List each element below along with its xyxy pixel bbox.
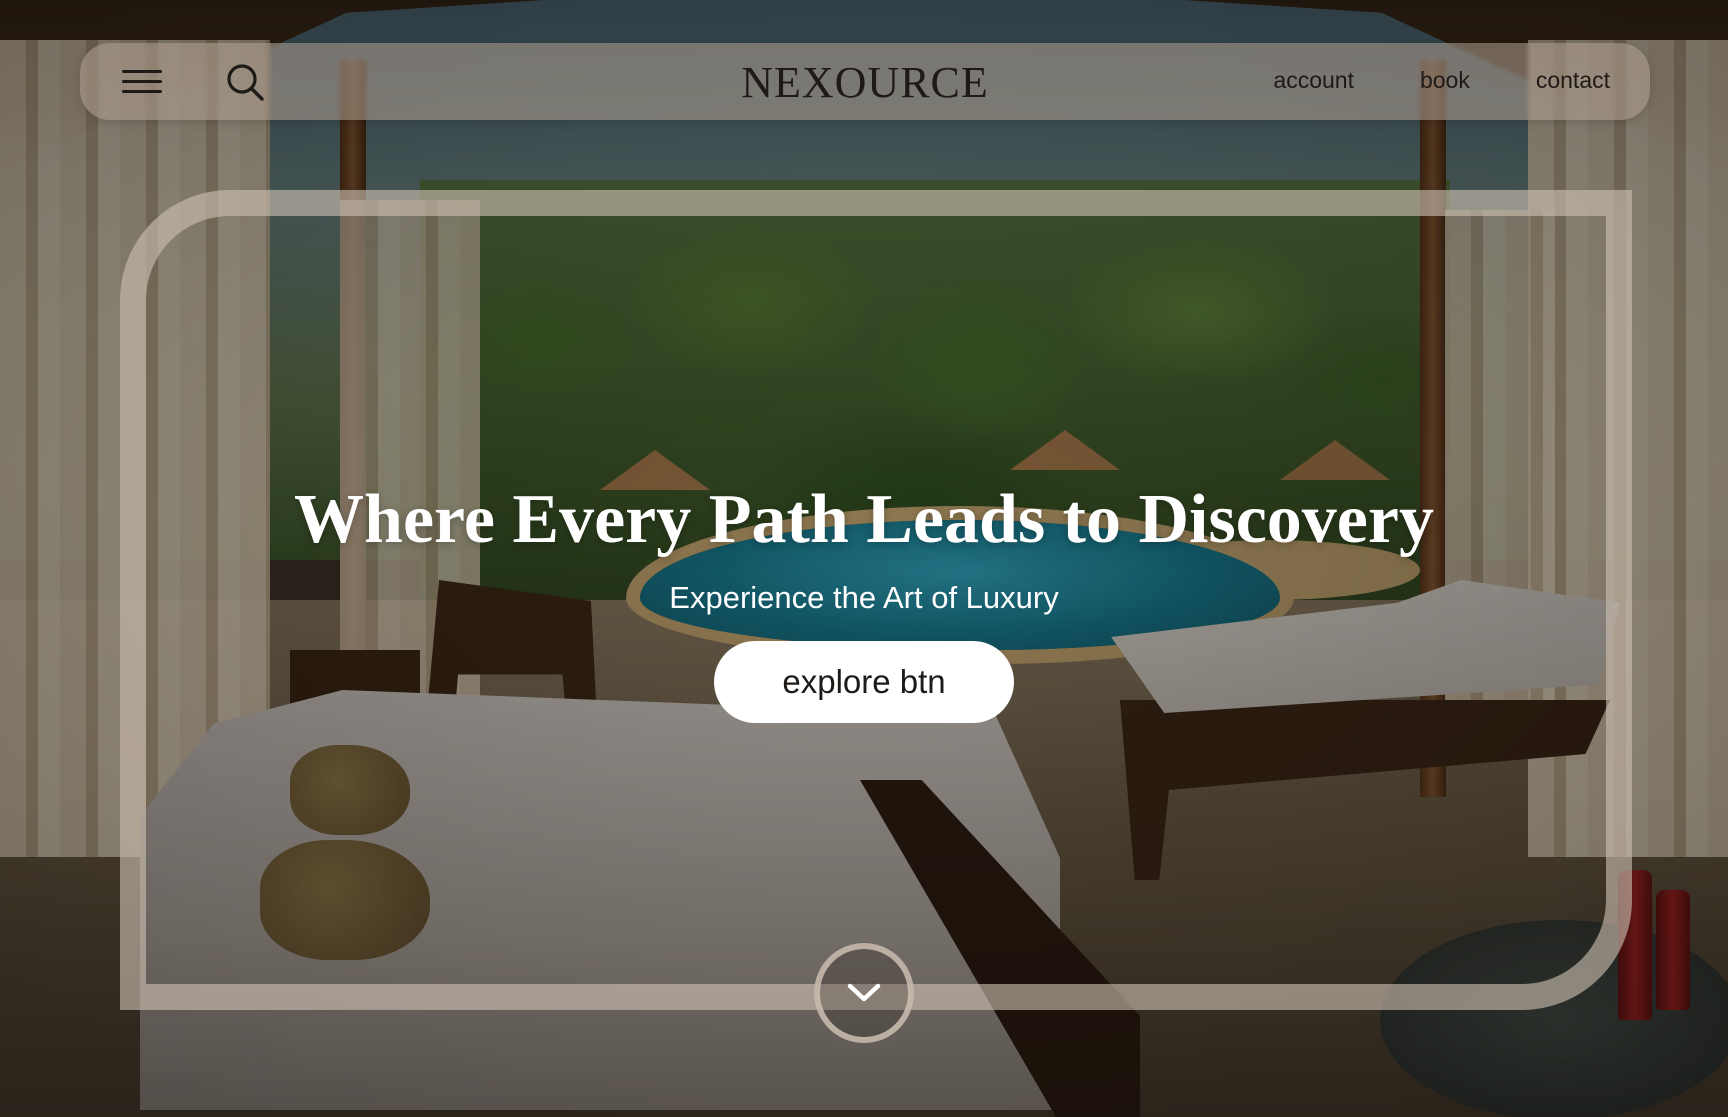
search-icon[interactable]: [225, 62, 265, 102]
menu-icon-bar: [122, 80, 162, 83]
nav-links: account book contact: [1273, 67, 1610, 94]
explore-button[interactable]: explore btn: [714, 641, 1014, 723]
menu-icon-bar: [122, 90, 162, 93]
page: NEXOURCE account book contact Where Ever…: [0, 0, 1728, 1117]
nav-link-book[interactable]: book: [1420, 67, 1470, 94]
scroll-down-button[interactable]: [814, 943, 914, 1043]
hero-subtitle: Experience the Art of Luxury: [669, 580, 1059, 615]
top-navbar: NEXOURCE account book contact: [80, 43, 1650, 120]
menu-icon-bar: [122, 70, 162, 73]
chevron-down-icon: [847, 983, 881, 1002]
menu-icon[interactable]: [122, 67, 162, 97]
hero-title: Where Every Path Leads to Discovery: [294, 481, 1434, 558]
nav-link-contact[interactable]: contact: [1536, 67, 1610, 94]
search-icon-glyph: [227, 64, 264, 101]
hero-content: Where Every Path Leads to Discovery Expe…: [0, 470, 1728, 618]
nav-link-account[interactable]: account: [1273, 67, 1354, 94]
